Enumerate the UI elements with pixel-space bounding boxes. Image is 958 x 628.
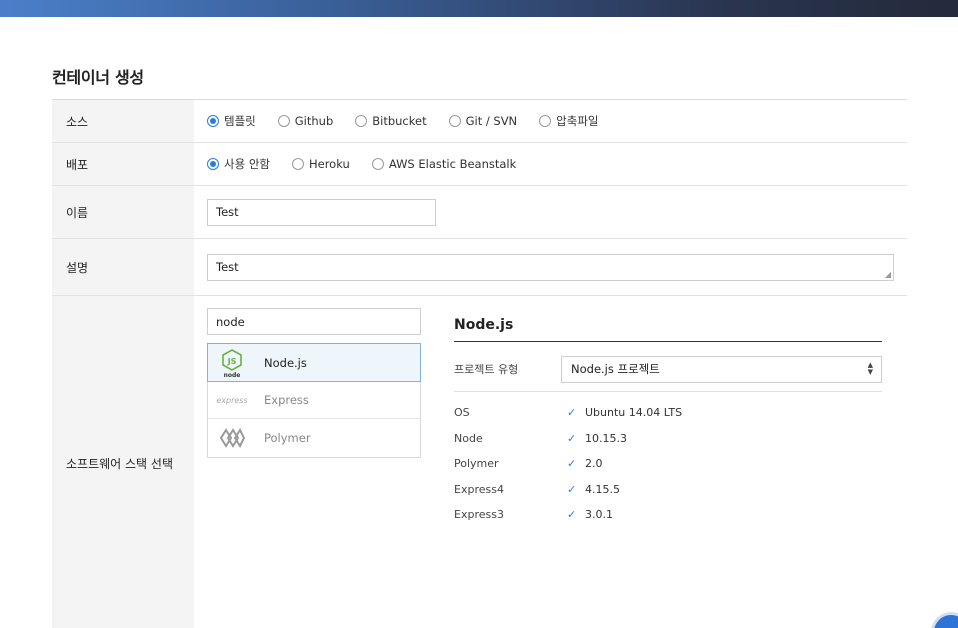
version-value: 4.15.5: [585, 482, 620, 496]
version-value: 3.0.1: [585, 508, 613, 522]
stack-list: JS node Node.js express Express Polymer: [207, 343, 421, 458]
project-type-value: Node.js 프로젝트: [571, 362, 660, 376]
check-icon: ✓: [567, 457, 577, 471]
version-name: Polymer: [454, 457, 499, 471]
version-value: Ubuntu 14.04 LTS: [585, 406, 683, 420]
version-name: OS: [454, 406, 470, 420]
description-label: 설명: [52, 239, 194, 295]
stack-item-express[interactable]: express Express: [208, 381, 420, 419]
check-icon: ✓: [567, 482, 577, 496]
version-value: 2.0: [585, 457, 603, 471]
polymer-logo-icon: [208, 428, 256, 448]
source-option-template[interactable]: 템플릿: [207, 113, 256, 129]
deploy-label: 배포: [52, 143, 194, 185]
description-textarea[interactable]: Test ◢: [207, 253, 894, 281]
description-value: Test: [216, 260, 239, 274]
description-row: 설명 Test ◢: [52, 239, 907, 296]
radio-icon[interactable]: [371, 158, 384, 170]
express-logo-icon: express: [208, 393, 256, 407]
check-icon: ✓: [567, 431, 577, 445]
radio-label: Bitbucket: [372, 114, 427, 128]
stack-item-name: Express: [264, 392, 309, 407]
radio-label: Git / SVN: [465, 114, 518, 128]
version-row-node: Node ✓ 10.15.3: [454, 426, 882, 452]
project-type-select[interactable]: Node.js 프로젝트 ▲ ▼: [561, 355, 882, 383]
stack-detail-title: Node.js: [454, 317, 882, 342]
stack-label: 소프트웨어 스택 선택: [52, 296, 194, 628]
radio-label: 템플릿: [224, 114, 256, 128]
source-label: 소스: [52, 100, 194, 142]
radio-icon[interactable]: [277, 115, 290, 127]
version-row-os: OS ✓ Ubuntu 14.04 LTS: [454, 400, 882, 426]
version-name: Node: [454, 431, 483, 445]
version-value: 10.15.3: [585, 431, 627, 445]
svg-text:JS: JS: [227, 357, 237, 366]
radio-selected-icon[interactable]: [207, 158, 219, 170]
svg-text:node: node: [224, 372, 241, 378]
project-type-label: 프로젝트 유형: [454, 363, 519, 376]
top-bar: [0, 0, 958, 17]
project-type-row: 프로젝트 유형 Node.js 프로젝트 ▲ ▼: [454, 347, 882, 392]
stack-item-nodejs[interactable]: JS node Node.js: [207, 343, 421, 382]
name-label: 이름: [52, 186, 194, 238]
radio-label: Heroku: [308, 157, 350, 171]
stack-item-name: Node.js: [264, 355, 307, 370]
radio-label: 사용 안함: [224, 157, 270, 171]
deploy-option-none[interactable]: 사용 안함: [207, 156, 270, 172]
version-name: Express4: [454, 482, 504, 496]
radio-label: 압축파일: [556, 114, 599, 128]
radio-label: Github: [294, 114, 334, 128]
source-option-bitbucket[interactable]: Bitbucket: [355, 114, 427, 128]
stack-item-polymer[interactable]: Polymer: [208, 419, 420, 457]
help-chat-button[interactable]: [931, 612, 958, 628]
version-row-express4: Express4 ✓ 4.15.5: [454, 477, 882, 503]
source-option-github[interactable]: Github: [277, 114, 334, 128]
svg-text:express: express: [216, 396, 247, 405]
version-list: OS ✓ Ubuntu 14.04 LTS Node ✓ 10.15.3 Pol…: [454, 400, 882, 528]
radio-selected-icon[interactable]: [207, 115, 219, 127]
select-arrows-icon: ▲ ▼: [867, 361, 873, 376]
deploy-radio-group: 사용 안함 Heroku AWS Elastic Beanstalk: [207, 156, 538, 172]
name-input-value: Test: [216, 205, 239, 219]
stack-search-value: node: [216, 314, 245, 329]
radio-icon[interactable]: [448, 115, 461, 127]
source-option-archive[interactable]: 압축파일: [539, 113, 599, 129]
deploy-row: 배포 사용 안함 Heroku AWS Elastic Beanstalk: [52, 143, 907, 186]
source-radio-group: 템플릿 Github Bitbucket Git / SVN 압축파일: [207, 113, 621, 129]
stack-search-input[interactable]: node: [207, 308, 421, 335]
stack-item-name: Polymer: [264, 431, 311, 445]
page-title: 컨테이너 생성: [52, 68, 144, 87]
stack-detail-panel: Node.js 프로젝트 유형 Node.js 프로젝트 ▲ ▼ OS ✓ Ubu…: [454, 317, 882, 528]
source-row: 소스 템플릿 Github Bitbucket Git / SVN 압축파일: [52, 100, 907, 143]
radio-icon[interactable]: [539, 115, 552, 127]
radio-icon[interactable]: [355, 115, 368, 127]
source-option-git-svn[interactable]: Git / SVN: [448, 114, 518, 128]
container-form: 소스 템플릿 Github Bitbucket Git / SVN 압축파일 배…: [52, 99, 907, 628]
version-row-express3: Express3 ✓ 3.0.1: [454, 502, 882, 528]
name-input[interactable]: Test: [207, 198, 436, 226]
version-name: Express3: [454, 508, 504, 522]
nodejs-logo-icon: JS node: [208, 348, 256, 378]
check-icon: ✓: [567, 406, 577, 420]
radio-label: AWS Elastic Beanstalk: [388, 157, 517, 171]
check-icon: ✓: [567, 508, 577, 522]
radio-icon[interactable]: [291, 158, 304, 170]
stack-row: 소프트웨어 스택 선택 node JS node Node.js express…: [52, 296, 907, 628]
name-row: 이름 Test: [52, 186, 907, 239]
deploy-option-aws-eb[interactable]: AWS Elastic Beanstalk: [371, 157, 517, 171]
resize-grip-icon[interactable]: ◢: [885, 270, 891, 279]
deploy-option-heroku[interactable]: Heroku: [291, 157, 350, 171]
version-row-polymer: Polymer ✓ 2.0: [454, 451, 882, 477]
stack-picker: node JS node Node.js express Express Pol…: [207, 308, 421, 458]
